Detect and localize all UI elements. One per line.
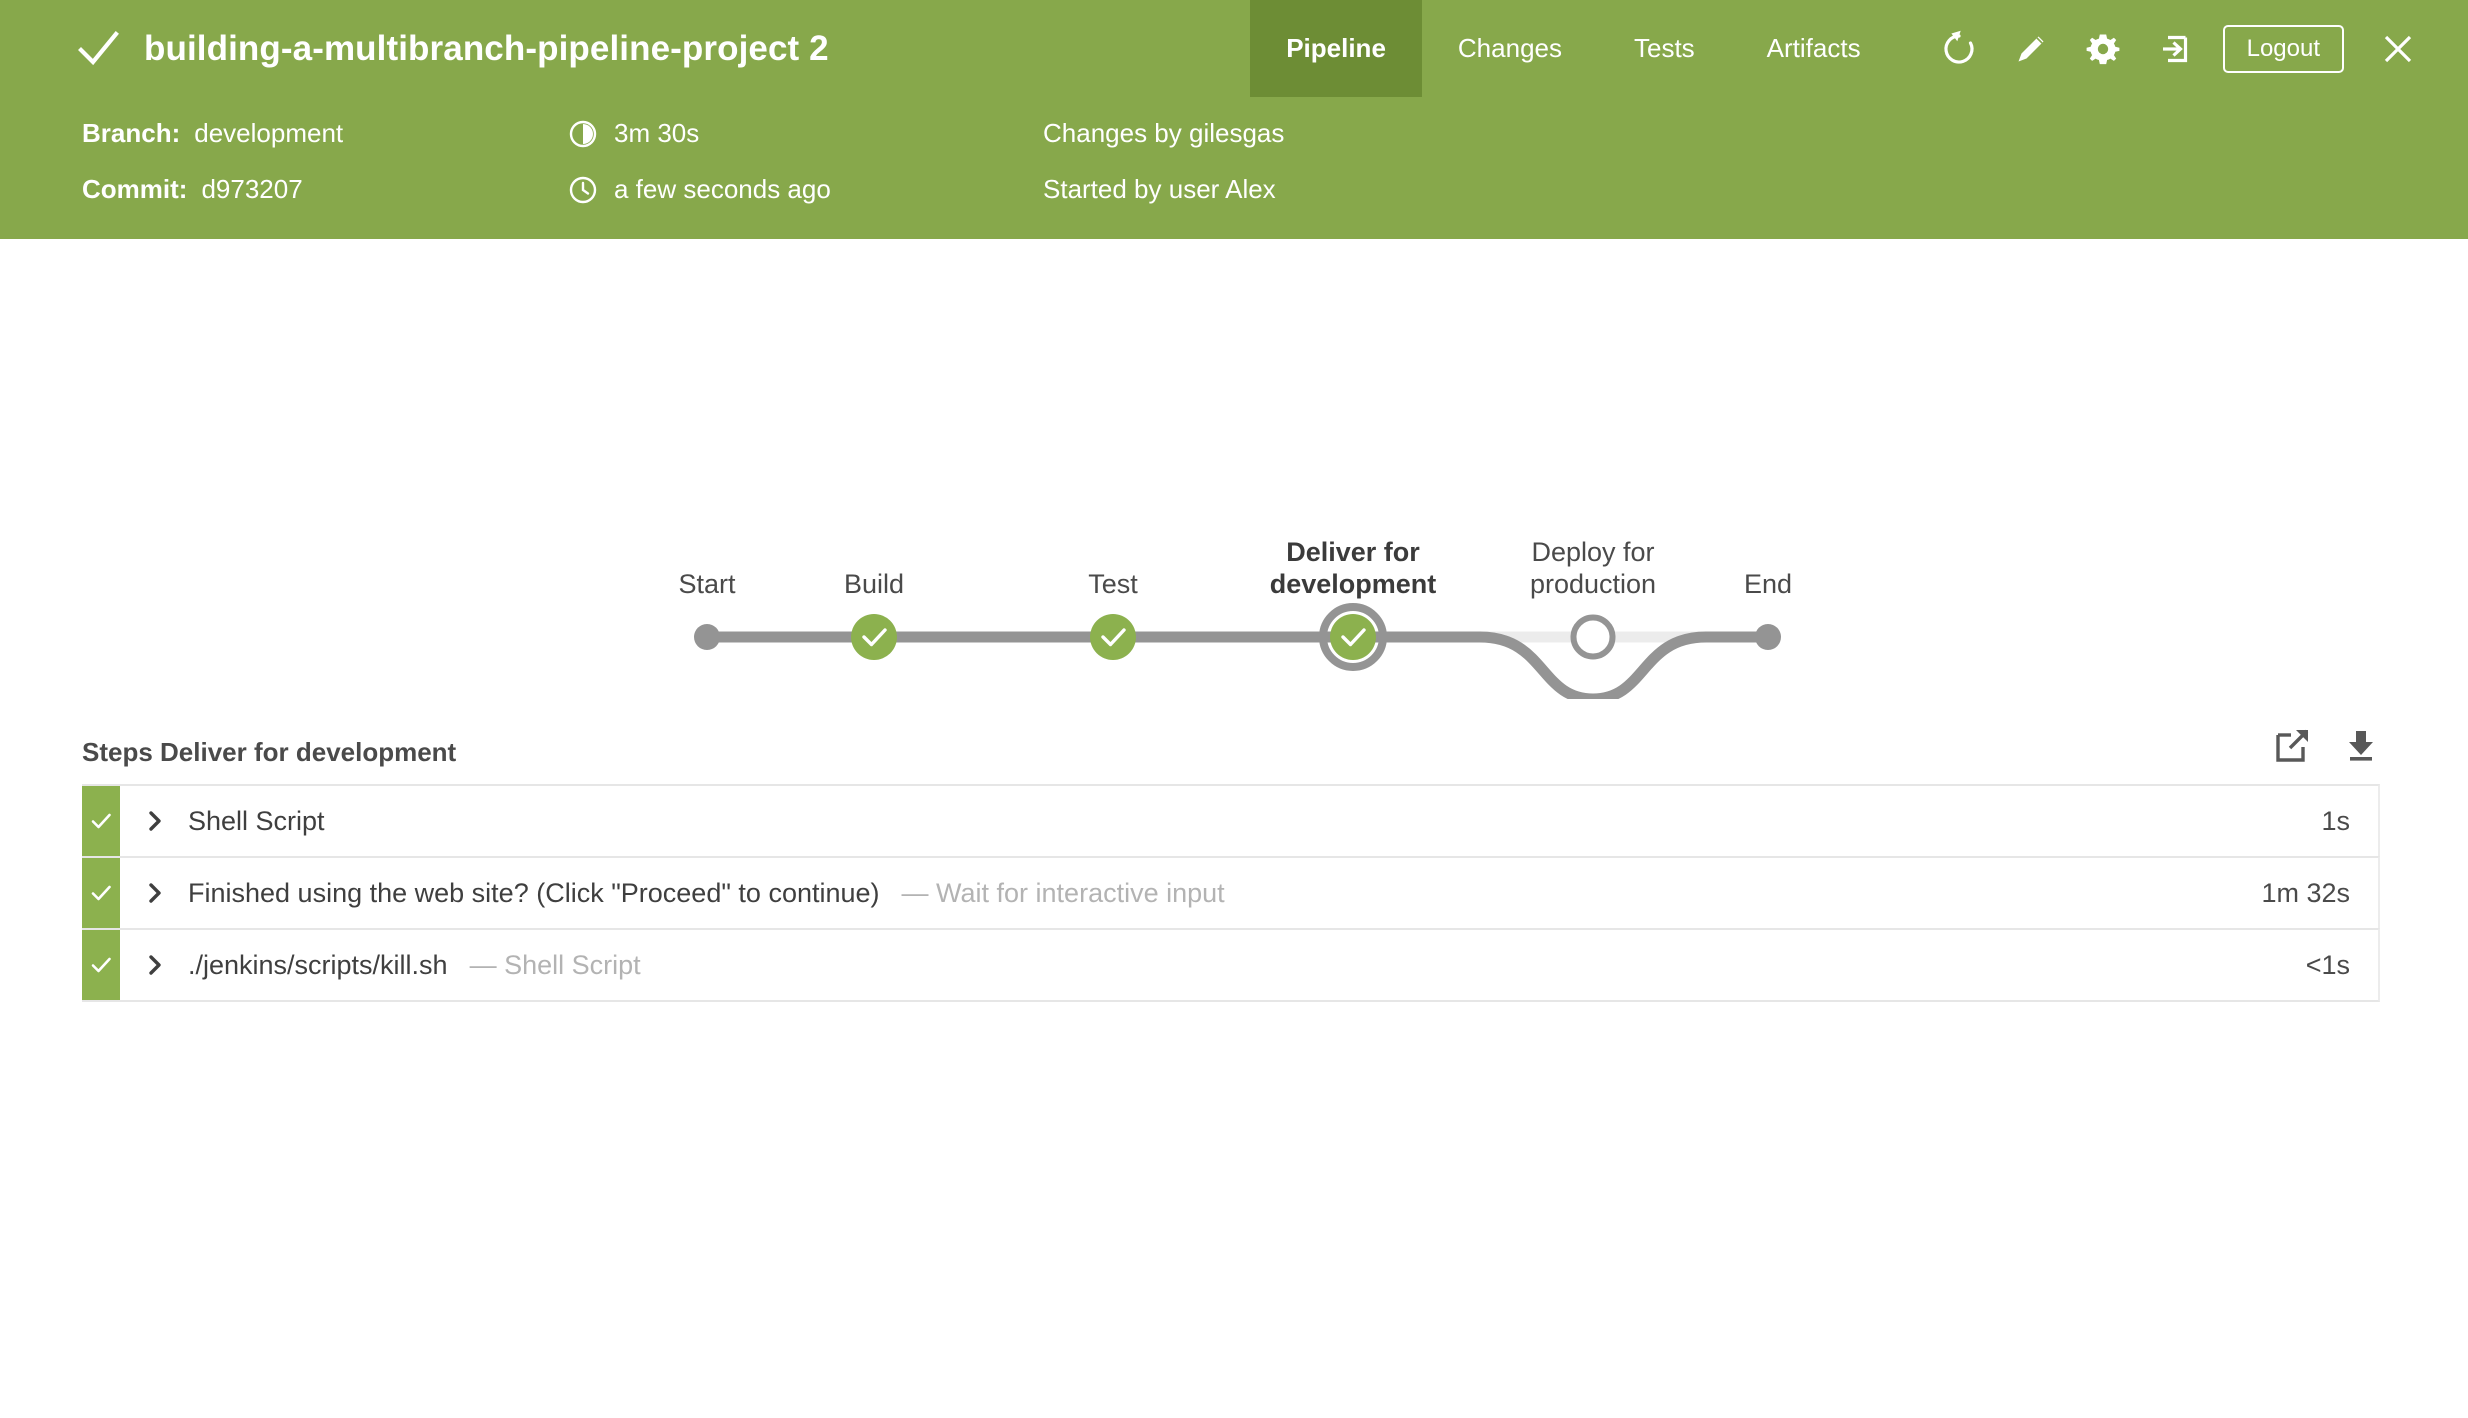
steps-header-actions [2274,726,2380,764]
page-title: building-a-multibranch-pipeline-project … [144,28,829,68]
header-tabs: Pipeline Changes Tests Artifacts [1250,0,1896,97]
duration-value: 3m 30s [614,118,700,148]
started-by: Started by user Alex [1043,174,1276,204]
pipeline-node-deliver [1330,614,1376,660]
chevron-right-icon[interactable] [146,808,166,834]
step-status-success-icon [82,930,120,1000]
step-duration: <1s [2305,949,2350,980]
step-status-success-icon [82,858,120,928]
step-sublabel: — Wait for interactive input [901,877,1225,908]
chevron-right-icon[interactable] [146,952,166,978]
header-title-zone: building-a-multibranch-pipeline-project … [0,0,829,97]
edit-pencil-icon[interactable] [1995,0,2067,97]
pipeline-node-end [1755,624,1781,650]
branch-info: Branch: development [82,118,343,149]
duration-icon [568,119,598,149]
step-body: Finished using the web site? (Click "Pro… [120,858,2261,928]
run-meta-bar: Branch: development Commit: d973207 3m 3… [0,97,2468,239]
step-duration: 1s [2321,805,2350,836]
step-body: Shell Script [120,786,2321,856]
step-label: ./jenkins/scripts/kill.sh [188,949,448,980]
changes-by: Changes by gilesgas [1043,118,1285,148]
step-label: Finished using the web site? (Click "Pro… [188,877,880,908]
steps-list: Shell Script 1s Finished using the web s… [82,784,2380,1002]
tab-changes[interactable]: Changes [1422,0,1598,97]
tab-tests[interactable]: Tests [1598,0,1731,97]
table-row[interactable]: Finished using the web site? (Click "Pro… [82,856,2380,928]
close-icon[interactable] [2362,0,2434,97]
pipeline-graph-svg [694,603,1781,699]
branch-value: development [194,118,344,148]
commit-value: d973207 [201,174,303,204]
branch-label: Branch: [82,118,181,148]
pipeline-graph: Start Build Test Deliver for development… [0,239,2468,699]
step-label: Shell Script [188,805,325,836]
step-duration: 1m 32s [2261,877,2350,908]
chevron-right-icon[interactable] [146,880,166,906]
check-icon [76,27,120,71]
step-body: ./jenkins/scripts/kill.sh — Shell Script [120,930,2306,1000]
tab-artifacts[interactable]: Artifacts [1731,0,1897,97]
pipeline-line-bypass [1347,631,1774,699]
replay-icon[interactable] [1923,0,1995,97]
steps-header: Steps Deliver for development [0,720,2468,784]
time-info: a few seconds ago [568,174,831,205]
time-value: a few seconds ago [614,174,831,204]
header-spacer [829,0,1251,97]
steps-title: Steps Deliver for development [82,737,457,767]
gear-icon[interactable] [2067,0,2139,97]
top-header-bar: building-a-multibranch-pipeline-project … [0,0,2468,97]
pipeline-node-test [1090,614,1136,660]
table-row[interactable]: Shell Script 1s [82,784,2380,856]
pipeline-node-start [694,624,720,650]
table-row[interactable]: ./jenkins/scripts/kill.sh — Shell Script… [82,928,2380,1002]
step-status-success-icon [82,786,120,856]
duration-info: 3m 30s [568,118,699,149]
logout-button[interactable]: Logout [2222,24,2344,73]
tab-pipeline[interactable]: Pipeline [1250,0,1422,97]
download-icon[interactable] [2342,726,2380,764]
clock-icon [568,175,598,205]
commit-label: Commit: [82,174,188,204]
pipeline-node-build [851,614,897,660]
header-actions: Logout [1897,0,2468,97]
external-link-icon[interactable] [2274,726,2312,764]
step-sublabel: — Shell Script [469,949,641,980]
commit-info: Commit: d973207 [82,174,303,205]
logout-arrow-icon[interactable] [2139,0,2211,97]
pipeline-node-deploy [1570,614,1616,660]
steps-section: Steps Deliver for development Shell Scri… [0,720,2468,1002]
